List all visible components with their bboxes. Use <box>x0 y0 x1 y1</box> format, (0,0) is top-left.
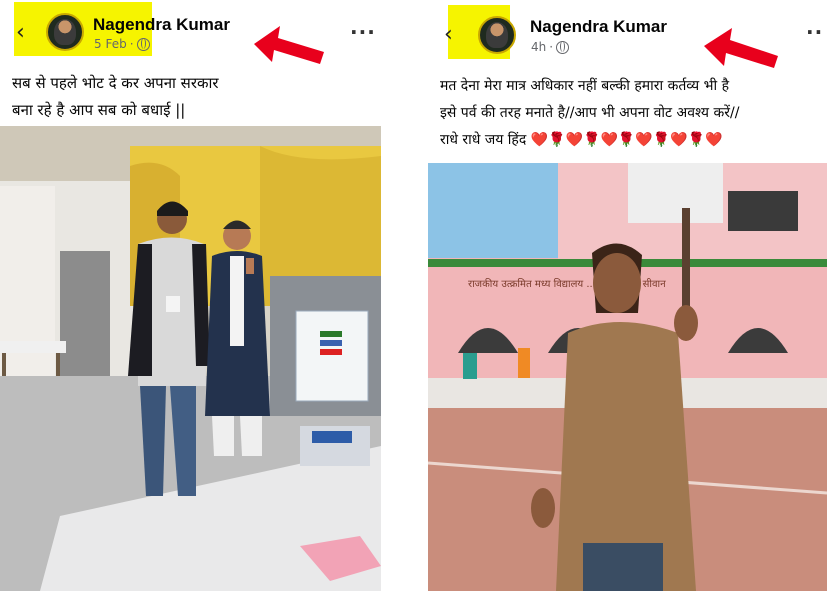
post-meta: 5 Feb · <box>94 37 150 51</box>
polling-booth-photo <box>0 126 381 591</box>
post-timestamp[interactable]: 5 Feb <box>94 37 127 51</box>
post-header: ‹ Nagendra Kumar 5 Feb · ··· <box>0 0 381 66</box>
red-arrow-annotation <box>704 28 778 68</box>
globe-icon <box>556 40 570 54</box>
author-name[interactable]: Nagendra Kumar <box>93 15 230 35</box>
post-meta: 4h · <box>531 40 570 54</box>
post-card-left: ‹ Nagendra Kumar 5 Feb · ··· सब से पहले … <box>0 0 381 591</box>
back-arrow-icon[interactable]: ‹ <box>444 24 453 46</box>
avatar[interactable] <box>478 16 516 54</box>
avatar[interactable] <box>46 13 84 51</box>
school-voting-photo: राजकीय उत्क्रमित मध्य विद्यालय ... प्रखं… <box>428 163 827 591</box>
red-arrow-annotation <box>254 26 324 64</box>
caption-line: इसे पर्व की तरह मनाते है//आप भी अपना वोट… <box>440 105 740 121</box>
caption-line: मत देना मेरा मात्र अधिकार नहीं बल्की हमा… <box>440 78 730 94</box>
caption-line: बना रहे है आप सब को बधाई || <box>12 101 186 119</box>
more-options-icon[interactable]: ··· <box>350 20 376 44</box>
author-name[interactable]: Nagendra Kumar <box>530 17 667 37</box>
caption-line: राधे राधे जय हिंद ❤️🌹❤️🌹❤️🌹❤️🌹❤️🌹❤️ <box>440 132 723 148</box>
post-photo[interactable]: राजकीय उत्क्रमित मध्य विद्यालय ... प्रखं… <box>428 163 827 591</box>
post-caption: सब से पहले भोट दे कर अपना सरकार बना रहे … <box>12 70 377 124</box>
post-caption: मत देना मेरा मात्र अधिकार नहीं बल्की हमा… <box>440 73 827 154</box>
caption-line: सब से पहले भोट दे कर अपना सरकार <box>12 74 219 92</box>
globe-icon <box>136 37 150 51</box>
post-photo[interactable] <box>0 126 381 591</box>
post-card-right: ‹ Nagendra Kumar 4h · ·· मत देना मेरा मा… <box>428 0 827 591</box>
more-options-icon[interactable]: ·· <box>806 20 823 44</box>
post-header: ‹ Nagendra Kumar 4h · ·· <box>428 0 827 68</box>
back-arrow-icon[interactable]: ‹ <box>16 22 25 44</box>
post-timestamp[interactable]: 4h <box>531 40 546 54</box>
